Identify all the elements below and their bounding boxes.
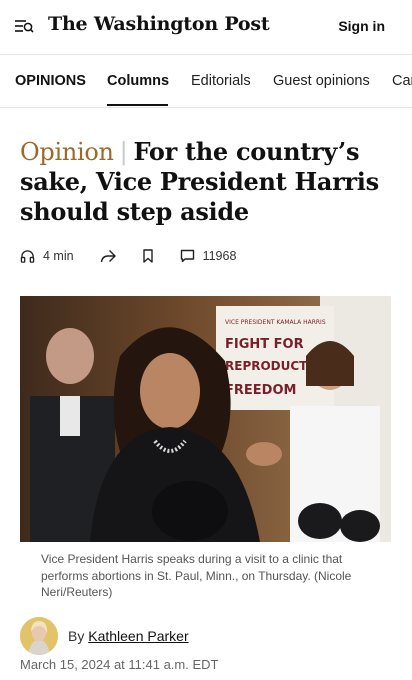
top-bar: The Washington Post Sign in bbox=[0, 0, 412, 55]
kicker-divider: | bbox=[119, 138, 128, 166]
sign-in-button[interactable]: Sign in bbox=[338, 18, 385, 34]
comment-count: 11968 bbox=[202, 249, 237, 263]
byline-prefix: By bbox=[68, 628, 85, 644]
nav-item-opinions[interactable]: OPINIONS bbox=[15, 73, 86, 89]
nav-item-guest-opinions[interactable]: Guest opinions bbox=[273, 73, 370, 89]
article-photo: VICE PRESIDENT KAMALA HARRIS FIGHT FOR R… bbox=[20, 296, 391, 542]
byline: By Kathleen Parker bbox=[68, 628, 189, 644]
sign-line-1: VICE PRESIDENT KAMALA HARRIS bbox=[225, 319, 326, 326]
nav-item-columns[interactable]: Columns bbox=[107, 73, 169, 89]
publish-date: March 15, 2024 at 11:41 a.m. EDT bbox=[20, 657, 219, 672]
nav-item-editorials[interactable]: Editorials bbox=[191, 73, 251, 89]
menu-search-icon[interactable] bbox=[14, 17, 34, 37]
photo-illustration: VICE PRESIDENT KAMALA HARRIS FIGHT FOR R… bbox=[20, 296, 391, 542]
active-tab-indicator bbox=[107, 104, 168, 106]
share-button[interactable] bbox=[100, 249, 116, 264]
sign-line-4: FREEDOM bbox=[225, 383, 296, 398]
sign-line-2: FIGHT FOR bbox=[225, 337, 304, 352]
comment-icon bbox=[180, 249, 194, 263]
nav-item-cartoons[interactable]: Car bbox=[392, 73, 412, 89]
headphones-icon bbox=[20, 249, 35, 263]
comments-button[interactable]: 11968 bbox=[180, 249, 237, 263]
masthead-logo[interactable]: The Washington Post bbox=[48, 13, 270, 35]
photo-caption: Vice President Harris speaks during a vi… bbox=[41, 552, 352, 599]
article-headline: Opinion | For the country’s sake, Vice Pre… bbox=[20, 137, 395, 227]
author-avatar[interactable] bbox=[20, 617, 58, 655]
opinion-kicker[interactable]: Opinion bbox=[20, 138, 114, 166]
author-portrait bbox=[20, 617, 58, 655]
read-time: 4 min bbox=[43, 249, 74, 263]
section-nav: OPINIONS Columns Editorials Guest opinio… bbox=[0, 55, 412, 108]
article-actions: 4 min 11968 bbox=[20, 245, 236, 267]
author-link[interactable]: Kathleen Parker bbox=[88, 628, 188, 644]
bookmark-button[interactable] bbox=[142, 249, 154, 263]
share-icon bbox=[100, 249, 116, 262]
listen-button[interactable]: 4 min bbox=[20, 249, 74, 264]
bookmark-icon bbox=[142, 249, 153, 263]
